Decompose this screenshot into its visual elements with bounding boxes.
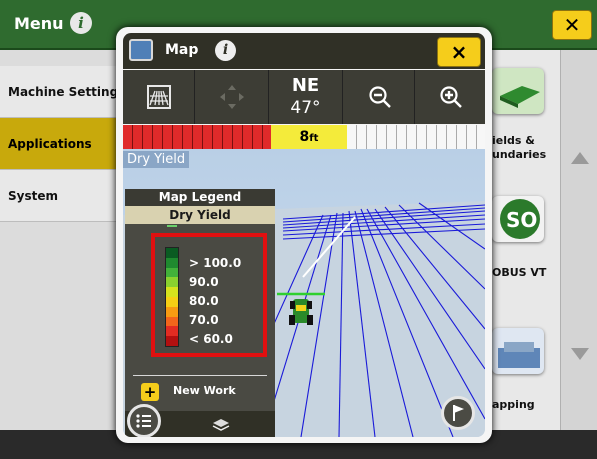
legend-swatch bbox=[166, 316, 178, 327]
flag-button[interactable] bbox=[441, 396, 475, 430]
legend-swatch bbox=[166, 336, 178, 346]
pan-arrows-icon bbox=[220, 85, 244, 109]
grid-view-button[interactable] bbox=[123, 70, 195, 124]
sidebar: Machine Settings Applications System bbox=[0, 50, 120, 459]
active-layer-label: Dry Yield bbox=[123, 151, 190, 168]
legend-swatch bbox=[166, 277, 178, 288]
legend-swatch bbox=[166, 296, 178, 307]
implement-width-bar: 8ft bbox=[123, 125, 485, 149]
zoom-out-icon bbox=[369, 86, 391, 108]
info-icon[interactable]: i bbox=[215, 40, 236, 61]
tile-label-mapping: apping bbox=[492, 398, 535, 411]
map-view[interactable]: Dry Yield Map Legend Dry Yield > 100.0 9… bbox=[123, 149, 485, 437]
flag-icon bbox=[453, 405, 464, 421]
new-work-button[interactable]: + bbox=[141, 383, 159, 401]
width-value: 8 bbox=[299, 129, 310, 145]
zoom-in-button[interactable] bbox=[415, 70, 485, 124]
tile-label-fields-line2: undaries bbox=[492, 148, 547, 161]
info-icon[interactable]: i bbox=[70, 12, 92, 34]
svg-text:SO: SO bbox=[506, 208, 537, 232]
width-unit: ft bbox=[309, 133, 319, 144]
zoom-out-button[interactable] bbox=[343, 70, 415, 124]
tile-label-fields: ields & bbox=[492, 134, 535, 147]
legend-subtitle: Dry Yield bbox=[125, 206, 275, 224]
legend-swatch bbox=[166, 267, 178, 278]
legend-swatch bbox=[166, 326, 178, 337]
legend-level-2: 90.0 bbox=[189, 275, 219, 289]
fields-boundaries-icon[interactable] bbox=[492, 68, 544, 114]
heading-label: NE bbox=[291, 75, 320, 96]
legend-level-3: 80.0 bbox=[189, 294, 219, 308]
map-window: Map i × NE 47° 8ft Dry Yield Map Legend … bbox=[116, 27, 492, 443]
legend-color-ramp bbox=[165, 247, 179, 347]
sidebar-item-system[interactable]: System bbox=[0, 170, 120, 222]
map-icon bbox=[129, 39, 153, 61]
scroll-up-icon[interactable] bbox=[571, 152, 589, 164]
grid-view-icon bbox=[147, 85, 171, 109]
pan-button[interactable] bbox=[195, 70, 269, 124]
legend-swatch bbox=[166, 257, 178, 268]
layers-icon[interactable] bbox=[210, 414, 232, 434]
map-title: Map bbox=[165, 42, 199, 58]
list-icon bbox=[136, 414, 151, 428]
map-legend: Map Legend Dry Yield > 100.0 90.0 80.0 7… bbox=[125, 189, 275, 437]
heading-indicator: NE 47° bbox=[269, 70, 343, 124]
scroll-down-icon[interactable] bbox=[571, 348, 589, 360]
heading-degrees: 47° bbox=[290, 98, 321, 118]
sections-inactive bbox=[347, 125, 485, 149]
tile-label-isobus: OBUS VT bbox=[492, 266, 547, 279]
map-toolbar: NE 47° bbox=[123, 70, 485, 124]
map-header: Map i × bbox=[123, 33, 485, 69]
legend-divider bbox=[133, 375, 267, 376]
legend-swatch bbox=[166, 306, 178, 317]
sections-active bbox=[123, 125, 271, 149]
legend-swatch bbox=[166, 287, 178, 297]
zoom-in-icon bbox=[440, 86, 462, 108]
legend-level-5: < 60.0 bbox=[189, 332, 233, 346]
close-button[interactable]: × bbox=[437, 37, 481, 67]
menu-title: Menu bbox=[14, 14, 64, 33]
implement-width: 8ft bbox=[271, 125, 347, 149]
legend-swatch bbox=[166, 248, 178, 258]
mapping-icon[interactable] bbox=[492, 328, 544, 374]
isobus-vt-icon[interactable]: SO bbox=[492, 196, 544, 242]
legend-level-4: 70.0 bbox=[189, 313, 219, 327]
sidebar-item-machine-settings[interactable]: Machine Settings bbox=[0, 66, 120, 118]
list-button[interactable] bbox=[127, 404, 161, 437]
legend-footer bbox=[125, 404, 275, 437]
legend-level-1: > 100.0 bbox=[189, 256, 242, 270]
menu-scrollbar[interactable] bbox=[560, 50, 597, 459]
new-work-label: New Work bbox=[173, 384, 236, 397]
sidebar-item-applications[interactable]: Applications bbox=[0, 118, 120, 170]
legend-grip-icon bbox=[167, 225, 177, 231]
legend-title: Map Legend bbox=[125, 189, 275, 206]
close-icon[interactable]: ✕ bbox=[552, 10, 592, 40]
